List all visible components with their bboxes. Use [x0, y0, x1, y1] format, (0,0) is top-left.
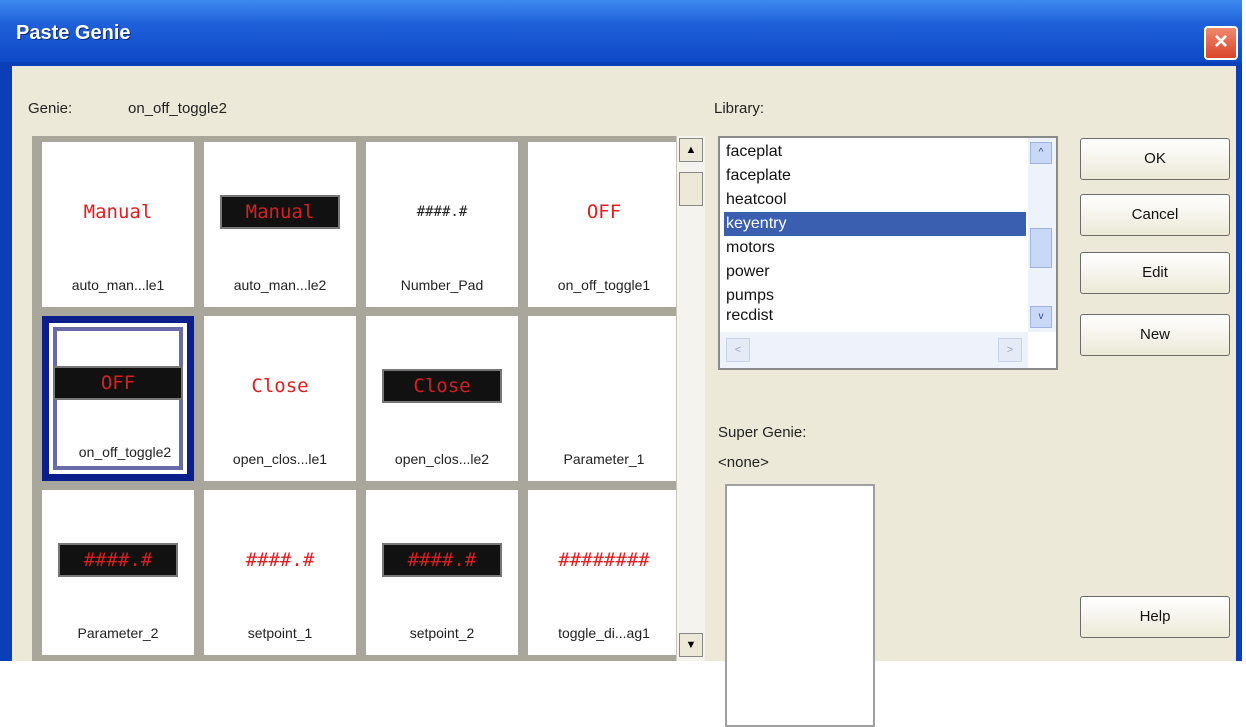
- edit-button[interactable]: Edit: [1080, 252, 1230, 294]
- genie-grid-scrollbar[interactable]: ▲ ▼: [676, 136, 705, 661]
- genie-tile-caption: auto_man...le1: [71, 277, 165, 293]
- library-scroll-left-button[interactable]: <: [726, 338, 750, 362]
- library-item[interactable]: heatcool: [724, 188, 1026, 212]
- genie-tile[interactable]: OFF on_off_toggle1: [528, 142, 680, 307]
- library-item[interactable]: motors: [724, 236, 1026, 260]
- genie-preview: Close: [251, 375, 309, 397]
- chevron-down-icon: v: [1038, 311, 1044, 322]
- genie-preview: OFF: [55, 368, 181, 398]
- genie-tile-caption: Parameter_1: [563, 451, 645, 467]
- library-vertical-scrollbar[interactable]: ^ v: [1028, 138, 1056, 332]
- genie-tile-caption: open_clos...le2: [394, 451, 490, 467]
- genie-preview: Manual: [222, 197, 338, 227]
- arrow-down-icon: ▼: [685, 639, 697, 651]
- title-bar[interactable]: Paste Genie ×: [0, 0, 1242, 62]
- chevron-up-icon: ^: [1038, 147, 1044, 158]
- scroll-down-button[interactable]: ▼: [679, 633, 703, 657]
- scroll-up-button[interactable]: ▲: [679, 138, 703, 162]
- genie-tile[interactable]: Parameter_1: [528, 316, 680, 481]
- genie-preview: ####.#: [416, 204, 468, 220]
- library-scroll-down-button[interactable]: v: [1030, 306, 1052, 328]
- library-item[interactable]: faceplat: [724, 140, 1026, 164]
- close-button[interactable]: ×: [1204, 26, 1238, 60]
- genie-preview: ####.#: [60, 545, 176, 575]
- library-item[interactable]: recdist: [724, 308, 1026, 320]
- genie-thumbnail-grid: Manual auto_man...le1 Manual auto_man...le2…: [32, 136, 682, 661]
- genie-tile[interactable]: ####.# setpoint_1: [204, 490, 356, 655]
- genie-tile-caption: setpoint_1: [247, 625, 313, 641]
- genie-tile[interactable]: Close open_clos...le1: [204, 316, 356, 481]
- genie-preview: ####.#: [245, 549, 315, 571]
- genie-tile-caption: Parameter_2: [77, 625, 159, 641]
- library-scroll-right-button[interactable]: >: [998, 338, 1022, 362]
- genie-tile[interactable]: Close open_clos...le2: [366, 316, 518, 481]
- genie-name-value: on_off_toggle2: [128, 100, 227, 117]
- chevron-right-icon: >: [1006, 344, 1014, 356]
- dialog-title: Paste Genie: [16, 22, 131, 44]
- genie-tile-caption: Number_Pad: [400, 277, 484, 293]
- genie-preview: ########: [558, 549, 650, 571]
- genie-tile[interactable]: Manual auto_man...le1: [42, 142, 194, 307]
- new-button[interactable]: New: [1080, 314, 1230, 356]
- library-scroll-up-button[interactable]: ^: [1030, 142, 1052, 164]
- library-item[interactable]: power: [724, 260, 1026, 284]
- genie-preview: Close: [384, 371, 500, 401]
- genie-tile[interactable]: ####.# Number_Pad: [366, 142, 518, 307]
- scroll-thumb[interactable]: [679, 172, 703, 206]
- genie-preview: ####.#: [384, 545, 500, 575]
- genie-tile-caption: open_clos...le1: [232, 451, 328, 467]
- help-button[interactable]: Help: [1080, 596, 1230, 638]
- paste-genie-dialog: Paste Genie × Genie: on_off_toggle2 Manu…: [0, 0, 1242, 727]
- library-item[interactable]: keyentry: [724, 212, 1026, 236]
- chevron-left-icon: <: [734, 344, 742, 356]
- genie-tile[interactable]: Manual auto_man...le2: [204, 142, 356, 307]
- library-list[interactable]: ^ v < > faceplat faceplate heatcool keyentr…: [718, 136, 1058, 370]
- genie-preview: OFF: [586, 201, 622, 223]
- genie-tile-caption: on_off_toggle1: [557, 277, 651, 293]
- dialog-body: Genie: on_off_toggle2 Manual auto_man...l…: [12, 66, 1236, 727]
- library-horizontal-scrollbar[interactable]: < >: [720, 332, 1028, 368]
- genie-tile-caption: setpoint_2: [409, 625, 475, 641]
- genie-label: Genie:: [28, 100, 73, 117]
- close-icon: ×: [1213, 28, 1228, 55]
- super-genie-list[interactable]: [725, 484, 875, 727]
- genie-tile[interactable]: OFF on_off_toggle2: [42, 316, 194, 481]
- library-scroll-thumb[interactable]: [1030, 228, 1052, 268]
- library-label: Library:: [714, 100, 765, 117]
- genie-tile-caption: on_off_toggle2: [78, 444, 172, 460]
- super-genie-label: Super Genie:: [718, 424, 807, 441]
- genie-preview: Manual: [83, 201, 153, 223]
- arrow-up-icon: ▲: [685, 144, 697, 156]
- genie-tile[interactable]: ####.# setpoint_2: [366, 490, 518, 655]
- ok-button[interactable]: OK: [1080, 138, 1230, 180]
- genie-tile-caption: auto_man...le2: [233, 277, 327, 293]
- genie-tile[interactable]: ######## toggle_di...ag1: [528, 490, 680, 655]
- genie-tile-caption: toggle_di...ag1: [558, 625, 650, 641]
- library-item[interactable]: pumps: [724, 284, 1026, 308]
- super-genie-value: <none>: [718, 454, 769, 471]
- cancel-button[interactable]: Cancel: [1080, 194, 1230, 236]
- genie-tile[interactable]: ####.# Parameter_2: [42, 490, 194, 655]
- library-item[interactable]: faceplate: [724, 164, 1026, 188]
